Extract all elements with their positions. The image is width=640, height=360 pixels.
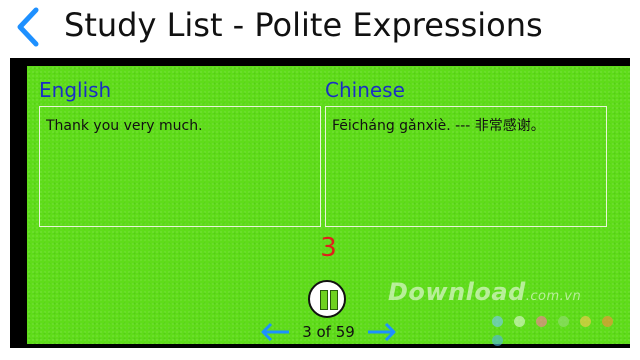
watermark-suffix: .com.vn [525,289,582,304]
watermark-logo: Download.com.vn [388,278,581,306]
back-arrow-icon [17,7,39,47]
page-title: Study List - Polite Expressions [64,6,543,44]
chinese-card: Fēicháng gǎnxiè. --- 非常感谢。 [325,106,607,227]
pause-button[interactable] [308,280,346,318]
pause-icon-bar [330,290,338,310]
pause-icon [320,290,328,310]
countdown-number: 3 [320,233,337,263]
watermark-text: Download [388,278,526,306]
chinese-label: Chinese [325,78,405,102]
dot-icon [492,316,503,327]
chinese-text: Fēicháng gǎnxiè. --- 非常感谢。 [332,118,545,134]
dot-icon [492,335,503,346]
next-card-button[interactable] [366,322,398,342]
english-label: English [39,78,112,102]
right-arrow-icon [368,322,396,342]
watermark-dots [492,312,640,346]
english-text: Thank you very much. [46,118,203,134]
english-card: Thank you very much. [39,106,321,227]
app-header: Study List - Polite Expressions [0,0,640,52]
back-button[interactable] [12,6,46,48]
